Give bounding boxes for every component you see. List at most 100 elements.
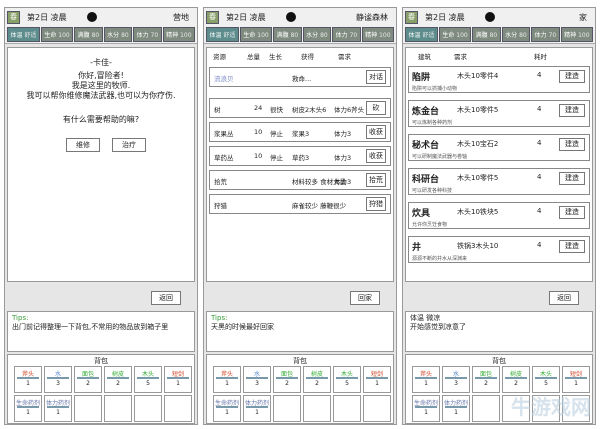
backpack-slot[interactable] (303, 395, 331, 422)
resource-name: 树 (214, 106, 221, 114)
repair-button[interactable]: 维修 (66, 138, 100, 152)
day-label: 第2日 凌晨 (226, 13, 266, 22)
backpack-slot[interactable]: 水3 (243, 366, 271, 393)
item-quantity: 3 (454, 380, 458, 387)
backpack-slot[interactable]: 生命药剂 1 (213, 395, 241, 422)
backpack-slot[interactable] (134, 395, 162, 422)
build-button[interactable]: 建造 (559, 240, 585, 253)
resource-action-button[interactable]: 收获 (366, 125, 386, 139)
stat-temperature: 体温 舒适 (405, 27, 438, 42)
build-button[interactable]: 建造 (559, 104, 585, 117)
item-quantity: 2 (315, 380, 319, 387)
resource-requirement: 体力3 (334, 154, 352, 162)
backpack: 背包 斧头 1 水 3 面包 2 树皮 2 木头 5 短剑 1 生命药剂 1 体力药剂 1 (7, 354, 195, 424)
backpack-slot[interactable]: 体力药剂 1 (44, 395, 72, 422)
item-quantity: 2 (116, 380, 120, 387)
resource-row: 流浪贝 救命... 对话 (209, 67, 391, 87)
moon-icon (286, 12, 296, 22)
build-button[interactable]: 建造 (559, 172, 585, 185)
backpack-slot[interactable] (74, 395, 102, 422)
resource-name: 草药丛 (214, 154, 234, 162)
building-time: 4 (537, 241, 542, 249)
durability-bar (137, 377, 159, 379)
building-name: 炊具 (412, 209, 431, 219)
backpack-slot[interactable]: 树皮 2 (303, 366, 331, 393)
resource-total: 24 (254, 104, 263, 112)
stat-health: 生命 100 (438, 27, 472, 42)
backpack-slot[interactable]: 体力药剂 1 (243, 395, 271, 422)
backpack-slot[interactable]: 木头 5 (532, 366, 560, 393)
backpack-slot[interactable] (164, 395, 192, 422)
building-row: 炼金台 木头10零件5 4 可以炼制各种药剂 建造 (408, 100, 590, 127)
resource-action-button[interactable]: 收获 (366, 149, 386, 163)
resource-total: 10 (254, 152, 263, 160)
backpack-title: 背包 (94, 357, 108, 365)
durability-bar (246, 377, 268, 379)
backpack-slot[interactable] (104, 395, 132, 422)
back-button[interactable]: 返回 (549, 291, 579, 305)
stat-hunger: 满腹 80 (472, 27, 501, 42)
item-quantity: 1 (375, 380, 379, 387)
resource-row: 树 24 很快 树皮2木头6 体力6斧头砍 (209, 98, 391, 118)
moon-icon (485, 12, 495, 22)
resource-action-button[interactable]: 拾荒 (366, 173, 386, 187)
npc-name: -卡佳- (90, 58, 112, 67)
backpack-slot[interactable]: 水3 (442, 366, 470, 393)
resource-action-button[interactable]: 狩猎 (366, 197, 386, 211)
building-row: 炊具 木头10铁块5 4 允许你烹饪食物 建造 (408, 202, 590, 229)
backpack-slot[interactable]: 生命药剂 1 (412, 395, 440, 422)
resource-name: 流浪贝 (214, 75, 234, 83)
durability-bar (505, 377, 527, 379)
resource-action-button[interactable]: 对话 (366, 70, 386, 84)
backpack-slot[interactable] (472, 395, 500, 422)
stat-water: 水分 80 (501, 27, 531, 42)
tips-text: 天黑的时候最好回家 (211, 323, 274, 331)
building-description: 陷阱可以抓捕小动物 (412, 86, 458, 92)
backpack-slot[interactable]: 树皮 2 (502, 366, 530, 393)
backpack-slot[interactable]: 斧头 1 (213, 366, 241, 393)
location-label: 营地 (173, 13, 189, 22)
item-quantity: 1 (454, 409, 458, 416)
backpack-slot[interactable] (273, 395, 301, 422)
stats-row: 体温 舒适 生命 100 满腹 80 水分 80 体力 70 精神 100 (206, 27, 394, 42)
backpack-slot[interactable]: 短剑 1 (164, 366, 192, 393)
backpack-slot[interactable]: 水3 (44, 366, 72, 393)
backpack-slot[interactable]: 木头 5 (333, 366, 361, 393)
backpack-slot[interactable]: 树皮 2 (104, 366, 132, 393)
building-header: 建筑 需求 耗时 (418, 53, 547, 61)
backpack-slot[interactable]: 斧头 1 (14, 366, 42, 393)
build-button[interactable]: 建造 (559, 138, 585, 151)
building-description: 源源不断的井水从深渊来 (412, 256, 468, 262)
backpack-slot[interactable]: 面包 2 (74, 366, 102, 393)
backpack-slot[interactable]: 面包 2 (472, 366, 500, 393)
building-row: 井 铁锅3木头10 4 源源不断的井水从深渊来 建造 (408, 236, 590, 263)
stat-health: 生命 100 (239, 27, 273, 42)
backpack-slot[interactable]: 生命药剂 1 (14, 395, 42, 422)
durability-bar (366, 377, 388, 379)
build-button[interactable]: 建造 (559, 70, 585, 83)
durability-bar (246, 406, 268, 408)
back-button[interactable]: 返回 (151, 291, 181, 305)
backpack-slot[interactable]: 面包 2 (273, 366, 301, 393)
resource-action-button[interactable]: 砍 (366, 101, 386, 115)
durability-bar (336, 377, 358, 379)
build-button[interactable]: 建造 (559, 206, 585, 219)
backpack-slot[interactable]: 木头 5 (134, 366, 162, 393)
heal-button[interactable]: 治疗 (112, 138, 146, 152)
backpack-slot[interactable]: 短剑 1 (562, 366, 590, 393)
location-label: 静谧森林 (356, 13, 388, 22)
backpack-slot[interactable]: 体力药剂 1 (442, 395, 470, 422)
building-row: 陷阱 木头10零件4 4 陷阱可以抓捕小动物 建造 (408, 66, 590, 93)
go-home-button[interactable]: 回家 (350, 291, 380, 305)
durability-bar (47, 406, 69, 408)
backpack-slot[interactable]: 斧头 1 (412, 366, 440, 393)
stat-health: 生命 100 (40, 27, 74, 42)
durability-bar (107, 377, 129, 379)
backpack-slot[interactable]: 短剑 1 (363, 366, 391, 393)
backpack-slot[interactable] (333, 395, 361, 422)
backpack-slot[interactable] (363, 395, 391, 422)
tips-box: Tips: 天黑的时候最好回家 (206, 311, 394, 352)
building-name: 炼金台 (412, 107, 440, 117)
building-time: 4 (537, 207, 542, 215)
status-message-box: 体温 微凉 开始感觉到凉意了 (405, 311, 593, 352)
